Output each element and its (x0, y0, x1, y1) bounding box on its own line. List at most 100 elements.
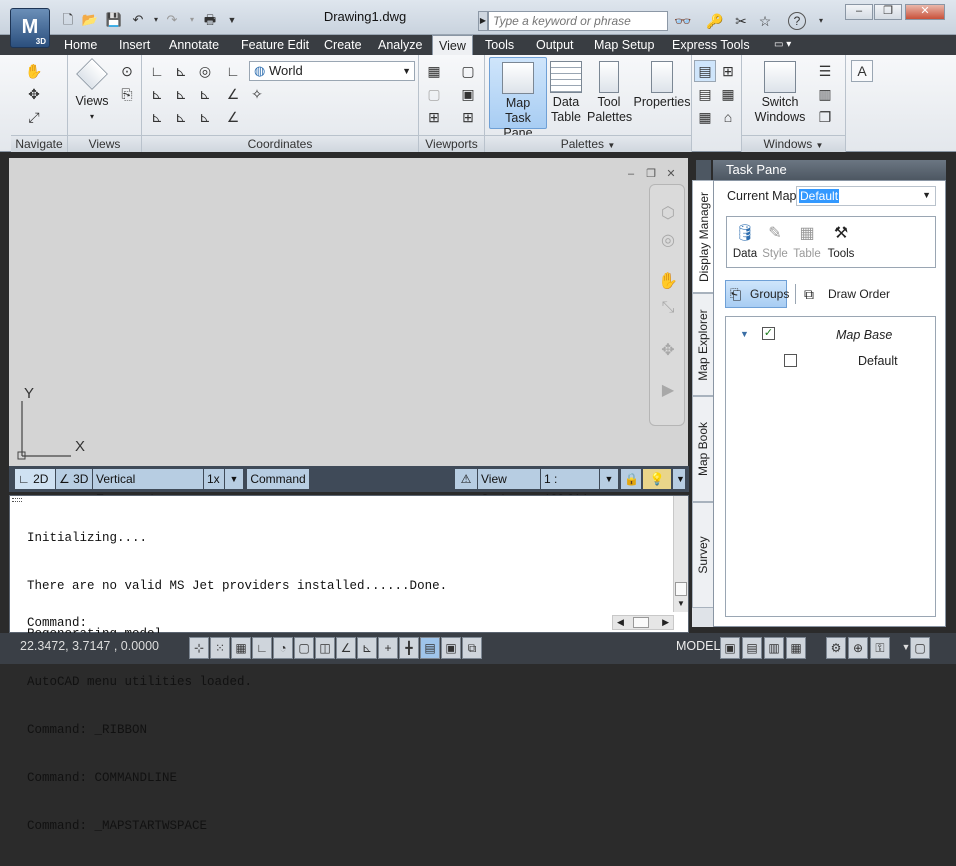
ucs-origin-icon[interactable]: ✧ (246, 83, 268, 105)
search-input[interactable] (488, 11, 668, 31)
layout-icon[interactable]: ▣ (720, 637, 740, 659)
scroll-thumb[interactable] (675, 582, 687, 596)
ucs-z-icon[interactable]: ⊾ (194, 83, 216, 105)
named-views-icon[interactable]: ⊙ (116, 60, 138, 82)
viewport-minimize-icon[interactable]: – (624, 168, 638, 182)
view-scale-dropdown-icon[interactable]: ▼ (600, 469, 618, 489)
tab-create[interactable]: Create (318, 35, 368, 55)
key-icon[interactable]: 🔑 (704, 11, 726, 31)
tile-horizontal-icon[interactable]: ☰ (814, 60, 836, 82)
snap-mode-icon[interactable]: ⁙ (210, 637, 230, 659)
plot-icon[interactable]: 🖶 (200, 10, 220, 30)
2d-toggle[interactable]: ∟ 2D (15, 469, 55, 489)
lock-icon[interactable]: 🔒 (621, 469, 641, 489)
save-icon[interactable]: 💾 (104, 10, 124, 30)
ucs-y-icon[interactable]: ⊾ (170, 83, 192, 105)
text-window-icon[interactable]: A (851, 60, 873, 82)
help-dropdown-icon[interactable]: ▾ (810, 11, 832, 31)
model-space-toggle[interactable]: MODEL (676, 639, 720, 653)
viewport-config-icon[interactable]: ▦ (423, 60, 445, 82)
workspace-gear-icon[interactable]: ⚙ (826, 637, 846, 659)
viewport-clip-icon[interactable]: ▢ (423, 83, 445, 105)
tool-palettes-button[interactable]: Tool Palettes (587, 61, 632, 125)
switch-windows-button[interactable]: Switch Windows (750, 61, 810, 125)
table-button[interactable]: ▦ Table (789, 223, 825, 260)
selection-cycling-icon[interactable]: ⧉ (462, 637, 482, 659)
tab-map-setup[interactable]: Map Setup (588, 35, 660, 55)
tab-express-tools[interactable]: Express Tools (666, 35, 756, 55)
communication-center-icon[interactable]: ✂ (730, 11, 752, 31)
zoom-extents-icon[interactable]: ⤢ (23, 106, 45, 128)
steering-wheel-icon[interactable]: ◎ (656, 230, 680, 254)
close-button[interactable]: ✕ (905, 4, 945, 20)
redo-dropdown-icon[interactable]: ▾ (182, 10, 202, 30)
undo-icon[interactable]: ↶ (128, 10, 148, 30)
warning-icon[interactable]: ⚠ (455, 469, 477, 489)
tab-output[interactable]: Output (530, 35, 580, 55)
viewport-close-icon[interactable]: ✕ (664, 168, 678, 182)
map-task-pane-button[interactable]: Map Task Pane (489, 57, 547, 140)
ducs-icon[interactable]: ⊾ (357, 637, 377, 659)
tab-view[interactable]: View (432, 35, 473, 55)
pan-icon[interactable]: ✋ (656, 271, 680, 295)
lightbulb-icon[interactable]: 💡 (643, 469, 671, 489)
quick-properties-icon[interactable]: ▣ (441, 637, 461, 659)
tab-feature-edit[interactable]: Feature Edit (235, 35, 315, 55)
ucs-face-icon[interactable]: ⊾ (194, 106, 216, 128)
default-layer-checkbox[interactable] (784, 354, 797, 367)
command-toggle[interactable]: Command (247, 469, 309, 489)
scroll-down-icon[interactable]: ▼ (677, 599, 685, 608)
calculator-icon[interactable]: ▦ (717, 83, 739, 105)
drawing-viewport[interactable]: Y X (9, 158, 688, 466)
ucs-object-icon[interactable]: ⊾ (170, 106, 192, 128)
new-icon[interactable]: 🗋 (58, 10, 78, 30)
ucs-3point-icon[interactable]: ∠ (222, 83, 244, 105)
collapse-triangle-icon[interactable]: ▼ (740, 329, 749, 339)
style-button[interactable]: ✎ Style (757, 223, 793, 260)
scroll-left-icon[interactable]: ◀ (617, 617, 624, 628)
annotation-scale-icon[interactable]: ⊕ (848, 637, 868, 659)
polar-icon[interactable]: ◔ (273, 637, 293, 659)
tile-vertical-icon[interactable]: ▥ (814, 83, 836, 105)
orbit-nav-icon[interactable]: ✥ (656, 340, 680, 364)
ucs-x-icon[interactable]: ⊾ (146, 83, 168, 105)
layer-name[interactable]: Default (858, 354, 898, 368)
clean-screen-icon[interactable]: ⌂ (717, 106, 739, 128)
redo-icon[interactable]: ↷ (162, 10, 182, 30)
3d-osnap-icon[interactable]: ◫ (315, 637, 335, 659)
ortho-icon[interactable]: ∟ (252, 637, 272, 659)
command-vertical-scrollbar[interactable]: ▼ (673, 496, 688, 612)
palettes-expand-icon[interactable]: ▼ (607, 141, 615, 150)
tab-insert[interactable]: Insert (113, 35, 156, 55)
command-horizontal-scrollbar[interactable]: ◀ ▶ (612, 615, 674, 630)
exaggeration-dropdown-icon[interactable]: ▼ (225, 469, 243, 489)
ucs-named-icon[interactable]: ∟ (222, 60, 244, 82)
hscroll-thumb[interactable] (633, 617, 649, 628)
design-center-icon[interactable]: ⊞ (717, 60, 739, 82)
tab-annotate[interactable]: Annotate (163, 35, 225, 55)
quick-view-layouts-icon[interactable]: ▥ (764, 637, 784, 659)
properties-button[interactable]: Properties (633, 61, 691, 110)
orbit-icon[interactable]: ✥ (23, 83, 45, 105)
open-icon[interactable]: 📂 (80, 10, 100, 30)
tab-analyze[interactable]: Analyze (372, 35, 428, 55)
hardware-acceleration-icon[interactable]: ⚿ (870, 637, 890, 659)
application-menu-button[interactable]: M 3D (10, 8, 50, 48)
3d-toggle[interactable]: ∠ 3D (56, 469, 92, 489)
transparency-icon[interactable]: ▤ (420, 637, 440, 659)
tab-home[interactable]: Home (58, 35, 103, 55)
restore-button[interactable]: ❐ (874, 4, 902, 20)
viewport-tile-icon[interactable]: ⊞ (457, 106, 479, 128)
help-icon[interactable]: ? (788, 12, 806, 30)
ucs-globe-icon[interactable]: ◎ (194, 60, 216, 82)
views-button[interactable]: Views ▾ (74, 58, 110, 124)
ucs-world-dropdown[interactable]: ◍ World ▼ (249, 61, 415, 81)
otrack-icon[interactable]: ∠ (336, 637, 356, 659)
ribbon-minimize-icon[interactable]: ▭ ▾ (768, 35, 797, 55)
viewport-restore-icon[interactable]: ❐ (644, 168, 658, 182)
grid-icon[interactable]: ▦ (231, 637, 251, 659)
tab-survey[interactable]: Survey (692, 502, 714, 608)
dbconnect-icon[interactable]: ▦ (694, 106, 716, 128)
data-table-button[interactable]: Data Table (549, 61, 583, 125)
command-prompt[interactable]: Command: (27, 616, 87, 630)
